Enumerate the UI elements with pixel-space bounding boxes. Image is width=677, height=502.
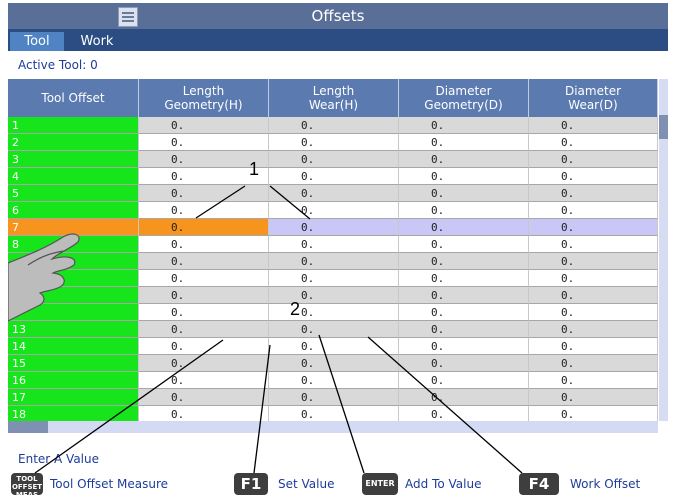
callout-1: 1 [249, 159, 260, 179]
callout-line [318, 334, 365, 474]
callout-lines [34, 185, 523, 474]
callout-line [34, 339, 224, 474]
callout-line [269, 185, 311, 220]
callout-line [253, 344, 271, 474]
offsets-window: Offsets Tool Work Active Tool: 0 Tool Of… [8, 3, 668, 499]
callout-2: 2 [290, 299, 301, 319]
callout-line [195, 185, 246, 219]
hand-icon [8, 233, 80, 322]
annotation-overlay [8, 185, 523, 474]
callout-line [367, 336, 523, 474]
